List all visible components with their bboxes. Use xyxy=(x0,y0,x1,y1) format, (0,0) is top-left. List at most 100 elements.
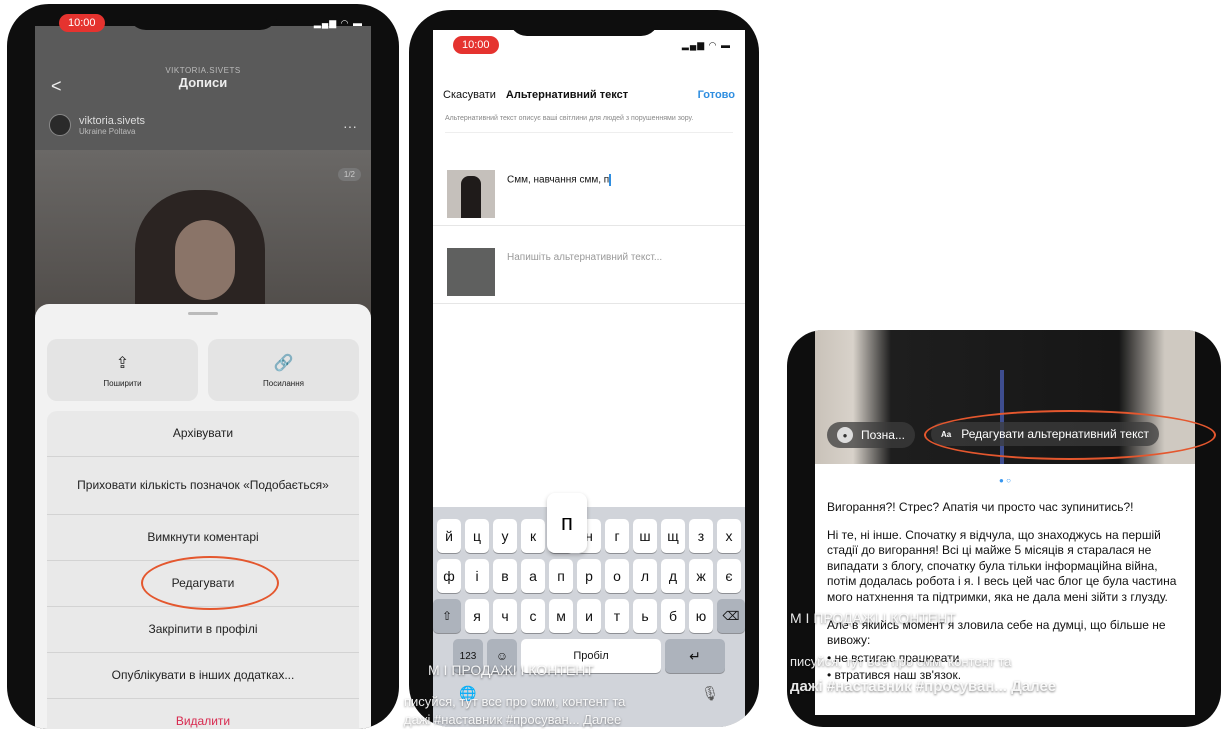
alt-text-input-1[interactable]: Смм, навчання смм, п xyxy=(507,174,612,186)
key-з[interactable]: з xyxy=(689,519,713,553)
key-с[interactable]: с xyxy=(521,599,545,633)
backspace-key[interactable]: ⌫ xyxy=(717,599,745,633)
carousel-dots: ● ○ xyxy=(999,476,1011,485)
cancel-button[interactable]: Скасувати xyxy=(443,89,496,101)
author-name[interactable]: viktoria.sivets xyxy=(79,115,145,127)
return-key[interactable]: ↵ xyxy=(665,639,725,673)
link-label: Посилання xyxy=(263,378,304,388)
shift-key[interactable]: ⇧ xyxy=(433,599,461,633)
key-п[interactable]: п xyxy=(549,559,573,593)
text-caret xyxy=(609,174,612,186)
post-photo[interactable] xyxy=(35,150,371,340)
key-ш[interactable]: ш xyxy=(633,519,657,553)
key-а[interactable]: а xyxy=(521,559,545,593)
post-author[interactable]: viktoria.sivets Ukraine Poltava xyxy=(49,114,145,136)
signal-icon: ▂▄▆ ◠ ▬ xyxy=(313,18,363,28)
action-sheet: ⇪ Поширити 🔗 Посилання Архівувати Прихов… xyxy=(35,304,371,729)
caption-heading: Вигорання?! Стрес? Апатія чи просто час … xyxy=(827,500,1134,514)
link-icon: 🔗 xyxy=(273,354,294,372)
page-header: VIKTORIA.SIVETS Дописи xyxy=(35,66,371,90)
keyboard-row-1: йцукенгшщзх xyxy=(433,519,745,553)
tag-people-button[interactable]: ● Позна... xyxy=(827,422,915,448)
edit-alt-text-label: Редагувати альтернативний текст xyxy=(961,427,1149,441)
key-ф[interactable]: ф xyxy=(437,559,461,593)
archive-menu-item[interactable]: Архівувати xyxy=(47,411,359,457)
photo-thumbnail xyxy=(447,248,495,296)
key-т[interactable]: т xyxy=(605,599,629,633)
action-menu: Архівувати Приховати кількість позначок … xyxy=(47,411,359,729)
notch xyxy=(509,10,659,36)
signal-icon: ▂▄▆ ◠ ▬ xyxy=(681,40,731,50)
edit-alt-text-button[interactable]: Aa Редагувати альтернативний текст xyxy=(931,422,1159,446)
microphone-icon[interactable]: 🎙 xyxy=(701,685,719,702)
hide-likes-menu-item[interactable]: Приховати кількість позначок «Подобаєтьс… xyxy=(47,457,359,515)
video-overlay-caption: писуйся, тут все про смм, контент та xyxy=(404,694,626,709)
video-overlay-title: М І ПРОДАЖІ І КОНТЕНТ xyxy=(790,610,956,626)
key-д[interactable]: д xyxy=(661,559,685,593)
photo-detail xyxy=(1000,370,1004,464)
key-у[interactable]: у xyxy=(493,519,517,553)
key-ж[interactable]: ж xyxy=(689,559,713,593)
alt-text-screen: Скасувати Альтернативний текст Готово Ал… xyxy=(433,30,745,727)
more-options-icon[interactable]: ··· xyxy=(343,118,357,134)
key-щ[interactable]: щ xyxy=(661,519,685,553)
pin-to-profile-menu-item[interactable]: Закріпити в профілі xyxy=(47,607,359,653)
status-time: 10:00 xyxy=(59,14,105,32)
delete-menu-item[interactable]: Видалити xyxy=(47,699,359,729)
photo-face xyxy=(175,220,235,300)
notch xyxy=(128,4,278,30)
alt-text-item-1[interactable]: Смм, навчання смм, п xyxy=(433,156,745,226)
key-о[interactable]: о xyxy=(605,559,629,593)
publish-other-apps-menu-item[interactable]: Опублікувати в інших додатках... xyxy=(47,653,359,699)
key-ц[interactable]: ц xyxy=(465,519,489,553)
key-и[interactable]: и xyxy=(577,599,601,633)
key-г[interactable]: г xyxy=(605,519,629,553)
page-title: Дописи xyxy=(178,75,228,90)
keyboard-row-2: фівапролджє xyxy=(433,559,745,593)
key-ю[interactable]: ю xyxy=(689,599,713,633)
posts-screen: < VIKTORIA.SIVETS Дописи viktoria.sivets… xyxy=(35,26,371,729)
phone-1: 10:00 ▂▄▆ ◠ ▬ < VIKTORIA.SIVETS Дописи v… xyxy=(7,4,399,729)
disable-comments-menu-item[interactable]: Вимкнути коментарі xyxy=(47,515,359,561)
key-ч[interactable]: ч xyxy=(493,599,517,633)
video-overlay-title: М І ПРОДАЖІ І КОНТЕНТ xyxy=(428,662,594,678)
sheet-grabber[interactable] xyxy=(188,312,218,315)
done-button[interactable]: Готово xyxy=(698,89,735,101)
avatar[interactable] xyxy=(49,114,71,136)
video-overlay-hashtags: дажі #наставник #просуван... Далее xyxy=(404,712,622,727)
keyboard-row-3: ⇧ ячсмитьбю ⌫ xyxy=(433,599,745,633)
status-time: 10:00 xyxy=(453,36,499,54)
header-username: VIKTORIA.SIVETS xyxy=(165,66,241,75)
key-і[interactable]: і xyxy=(465,559,489,593)
edit-menu-item[interactable]: Редагувати xyxy=(47,561,359,607)
alt-text-value: Смм, навчання смм, п xyxy=(507,174,610,186)
key-в[interactable]: в xyxy=(493,559,517,593)
key-х[interactable]: х xyxy=(717,519,741,553)
key-я[interactable]: я xyxy=(465,599,489,633)
key-к[interactable]: к xyxy=(521,519,545,553)
video-overlay-caption: писуйся, тут все про смм, контент та xyxy=(790,654,1012,669)
page-title: Альтернативний текст xyxy=(505,89,629,101)
alt-text-input-2[interactable]: Напишіть альтернативний текст... xyxy=(507,252,662,263)
share-label: Поширити xyxy=(103,378,142,388)
tag-people-label: Позна... xyxy=(861,428,905,442)
key-й[interactable]: й xyxy=(437,519,461,553)
author-location[interactable]: Ukraine Poltava xyxy=(79,127,145,136)
share-button[interactable]: ⇪ Поширити xyxy=(47,339,198,401)
key-є[interactable]: є xyxy=(717,559,741,593)
key-popup: п xyxy=(547,493,587,553)
key-р[interactable]: р xyxy=(577,559,601,593)
alt-text-description: Альтернативний текст описує ваші світлин… xyxy=(445,114,733,133)
link-button[interactable]: 🔗 Посилання xyxy=(208,339,359,401)
image-count-badge: 1/2 xyxy=(337,168,361,181)
key-б[interactable]: б xyxy=(661,599,685,633)
key-ь[interactable]: ь xyxy=(633,599,657,633)
photo-thumbnail xyxy=(447,170,495,218)
key-м[interactable]: м xyxy=(549,599,573,633)
key-л[interactable]: л xyxy=(633,559,657,593)
alt-text-item-2[interactable]: Напишіть альтернативний текст... xyxy=(433,234,745,304)
alt-text-icon: Aa xyxy=(941,429,952,439)
share-icon: ⇪ xyxy=(115,354,130,372)
video-overlay-hashtags: дажі #наставник #просуван... Далее xyxy=(790,678,1057,695)
person-icon: ● xyxy=(837,427,853,443)
